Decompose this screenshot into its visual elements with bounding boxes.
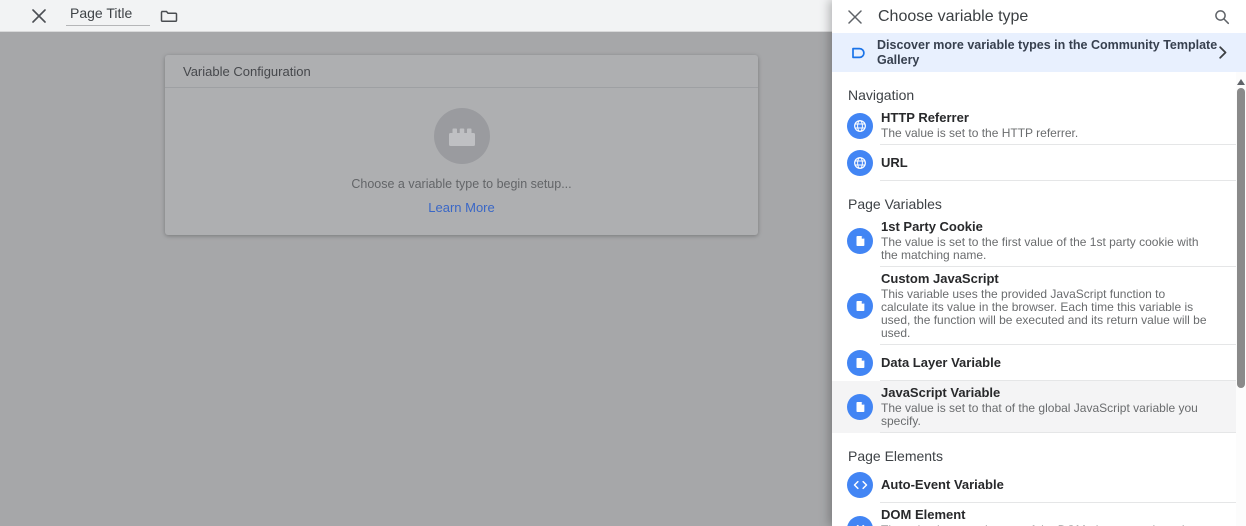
folder-icon[interactable] xyxy=(160,8,178,23)
learn-more-link[interactable]: Learn More xyxy=(428,200,494,215)
banner-text: Discover more variable types in the Comm… xyxy=(877,38,1219,68)
variable-type-description: This variable uses the provided JavaScri… xyxy=(881,288,1211,340)
section-label-page-elements: Page Elements xyxy=(832,433,1236,467)
setup-placeholder-text: Choose a variable type to begin setup... xyxy=(351,177,571,191)
panel-close-icon[interactable] xyxy=(848,10,862,24)
variable-type-description: The value is set to the HTTP referrer. xyxy=(881,127,1078,140)
page-title-input[interactable]: Page Title xyxy=(66,5,150,26)
variable-type-row[interactable]: DOM ElementThe value is set to the text … xyxy=(832,503,1236,526)
variable-type-row[interactable]: Data Layer Variable xyxy=(832,345,1236,381)
variable-type-title: JavaScript Variable xyxy=(881,386,1211,400)
variable-type-row[interactable]: URL xyxy=(832,145,1236,181)
section-label-navigation: Navigation xyxy=(832,72,1236,106)
template-gallery-icon xyxy=(849,44,867,62)
variable-type-title: Data Layer Variable xyxy=(881,356,1001,370)
card-title: Variable Configuration xyxy=(165,55,758,88)
variable-type-title: DOM Element xyxy=(881,508,1211,522)
editor-topbar: Page Title xyxy=(0,0,832,32)
document-icon xyxy=(847,394,873,420)
close-icon[interactable] xyxy=(32,9,46,23)
variable-type-row[interactable]: JavaScript Variable The value is set to t… xyxy=(832,381,1236,433)
scrollbar-thumb[interactable] xyxy=(1237,88,1245,388)
variable-type-title: Custom JavaScript xyxy=(881,272,1211,286)
document-icon xyxy=(847,350,873,376)
choose-variable-type-panel: Choose variable type Discover more varia… xyxy=(832,0,1246,526)
globe-icon xyxy=(847,113,873,139)
scroll-up-arrow-icon[interactable] xyxy=(1237,79,1245,85)
variable-type-row[interactable]: HTTP Referrer The value is set to the HTT… xyxy=(832,106,1236,145)
variable-type-row[interactable]: Custom JavaScript This variable uses the … xyxy=(832,267,1236,345)
variable-type-description: The value is set to that of the global J… xyxy=(881,402,1211,428)
variable-type-row[interactable]: Auto-Event Variable xyxy=(832,467,1236,503)
document-icon xyxy=(847,293,873,319)
variable-type-title: Auto-Event Variable xyxy=(881,478,1004,492)
code-icon xyxy=(847,516,873,526)
search-icon[interactable] xyxy=(1214,9,1230,25)
chevron-right-icon xyxy=(1219,46,1227,59)
workspace-dimmed-area: Variable Configuration Choose a variable… xyxy=(0,32,832,526)
section-label-page-variables: Page Variables xyxy=(832,181,1236,215)
variable-placeholder-icon xyxy=(434,108,490,164)
variable-type-list: Navigation HTTP Referrer The value is set … xyxy=(832,72,1236,526)
variable-type-description: The value is set to the first value of t… xyxy=(881,236,1211,262)
variable-type-title: URL xyxy=(881,156,908,170)
globe-icon xyxy=(847,150,873,176)
community-gallery-banner[interactable]: Discover more variable types in the Comm… xyxy=(832,33,1246,72)
code-icon xyxy=(847,472,873,498)
variable-type-title: 1st Party Cookie xyxy=(881,220,1211,234)
document-icon xyxy=(847,228,873,254)
panel-scrollbar[interactable] xyxy=(1236,72,1246,526)
panel-header: Choose variable type xyxy=(832,0,1246,33)
variable-type-row[interactable]: 1st Party Cookie The value is set to the … xyxy=(832,215,1236,267)
variable-configuration-card: Variable Configuration Choose a variable… xyxy=(165,55,758,235)
panel-title: Choose variable type xyxy=(878,8,1028,26)
variable-type-title: HTTP Referrer xyxy=(881,111,1078,125)
